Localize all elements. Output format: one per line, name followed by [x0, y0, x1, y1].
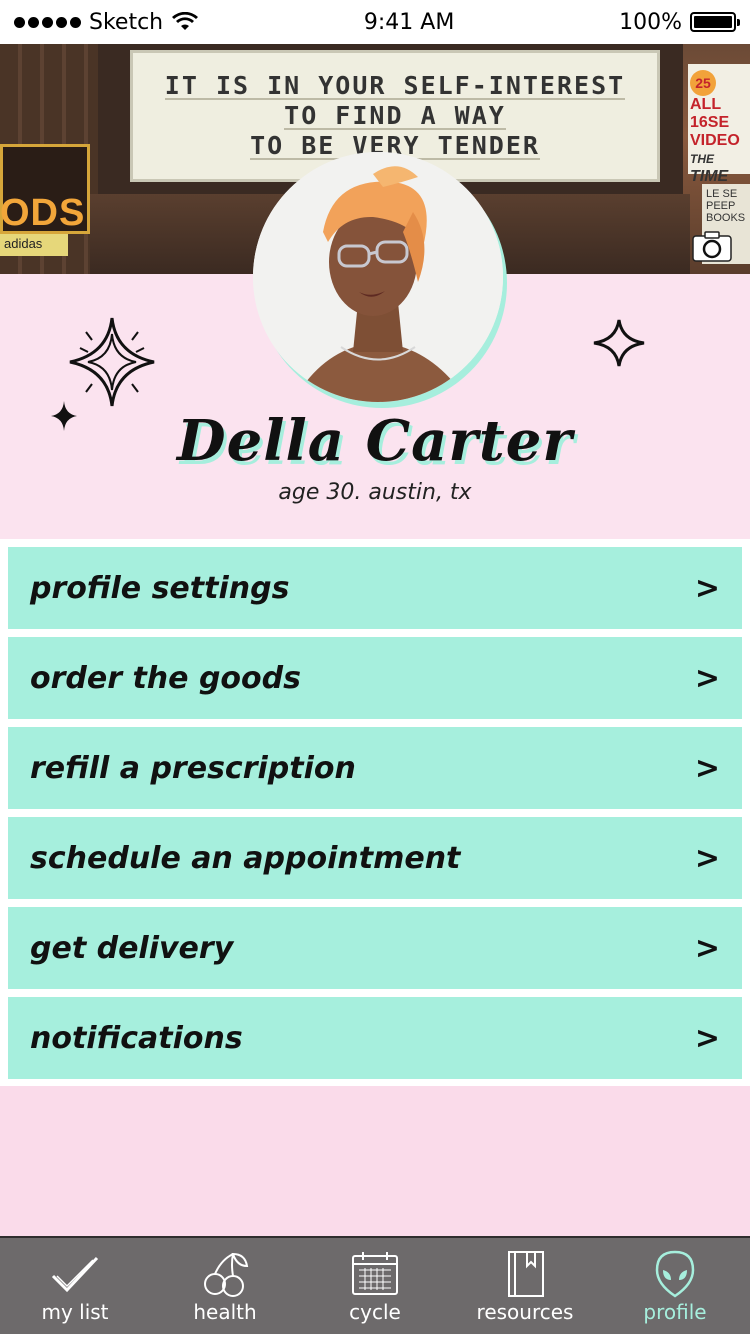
cover-low-line: BOOKS	[706, 212, 746, 224]
cover-right-sign: 25 ALL 16SE VIDEO THE TIME	[688, 64, 750, 185]
menu-item-label: profile settings	[30, 570, 290, 606]
cover-right-line: ALL	[690, 96, 722, 113]
chevron-right-icon: >	[694, 660, 720, 696]
cover-right-line: THE	[690, 152, 714, 166]
menu-item-label: schedule an appointment	[30, 840, 461, 876]
menu-item-refill-prescription[interactable]: refill a prescription >	[8, 727, 742, 809]
sparkle-right-icon	[593, 319, 645, 367]
cover-sign-text: ODS	[0, 192, 86, 234]
battery-icon	[690, 12, 740, 32]
cover-small-sign: adidas	[0, 234, 68, 256]
menu-item-schedule-appointment[interactable]: schedule an appointment >	[8, 817, 742, 899]
cover-right-line: VIDEO	[690, 132, 740, 149]
tab-profile[interactable]: profile	[600, 1238, 750, 1334]
status-right: 100%	[619, 9, 740, 35]
tab-cycle[interactable]: cycle	[300, 1238, 450, 1334]
camera-icon[interactable]	[692, 230, 732, 262]
tab-label: profile	[643, 1300, 707, 1324]
tab-health[interactable]: health	[150, 1238, 300, 1334]
menu-item-order-the-goods[interactable]: order the goods >	[8, 637, 742, 719]
cover-right-badge: 25	[690, 70, 716, 96]
menu-item-label: get delivery	[30, 930, 234, 966]
cover-low-line: PEEP	[706, 200, 736, 212]
marquee-line-2: TO FIND A WAY	[284, 101, 506, 131]
avatar-portrait	[253, 152, 503, 402]
menu-item-label: notifications	[30, 1020, 243, 1056]
cover-right-line: 16SE	[690, 114, 730, 131]
calendar-icon	[352, 1252, 398, 1295]
menu-item-notifications[interactable]: notifications >	[8, 997, 742, 1079]
tab-label: my list	[41, 1300, 109, 1324]
tab-my-list[interactable]: my list	[0, 1238, 150, 1334]
signal-icon	[14, 16, 81, 28]
empty-area	[0, 1086, 750, 1236]
book-icon	[508, 1251, 544, 1297]
chevron-right-icon: >	[694, 1020, 720, 1056]
status-bar: Sketch 9:41 AM 100%	[0, 0, 750, 44]
tab-bar: my list health cycle resources profile	[0, 1236, 750, 1334]
status-left: Sketch	[14, 10, 199, 35]
tab-resources[interactable]: resources	[450, 1238, 600, 1334]
carrier-label: Sketch	[89, 9, 164, 35]
checkmark-icon	[51, 1256, 99, 1293]
alien-icon	[655, 1250, 695, 1298]
avatar[interactable]	[253, 152, 503, 402]
battery-percent: 100%	[619, 9, 682, 35]
chevron-right-icon: >	[694, 840, 720, 876]
chevron-right-icon: >	[694, 570, 720, 606]
cover-right-line: TIME	[690, 168, 729, 185]
profile-menu: profile settings > order the goods > ref…	[0, 539, 750, 1086]
sparkle-large-icon	[69, 317, 155, 407]
menu-item-label: refill a prescription	[30, 750, 356, 786]
tab-label: health	[193, 1300, 257, 1324]
menu-item-profile-settings[interactable]: profile settings >	[8, 547, 742, 629]
tab-label: resources	[476, 1300, 574, 1324]
chevron-right-icon: >	[694, 930, 720, 966]
profile-subtitle: age 30. austin, tx	[278, 480, 472, 505]
profile-name: Della Carter	[177, 408, 573, 474]
marquee-line-1: IT IS IN YOUR SELF-INTEREST	[164, 71, 626, 101]
menu-item-label: order the goods	[30, 660, 301, 696]
clock: 9:41 AM	[363, 9, 455, 35]
chevron-right-icon: >	[694, 750, 720, 786]
cover-low-line: LE SE	[706, 188, 738, 200]
cherry-icon	[204, 1252, 249, 1297]
wifi-icon	[172, 12, 199, 30]
tab-label: cycle	[349, 1300, 401, 1324]
menu-item-get-delivery[interactable]: get delivery >	[8, 907, 742, 989]
